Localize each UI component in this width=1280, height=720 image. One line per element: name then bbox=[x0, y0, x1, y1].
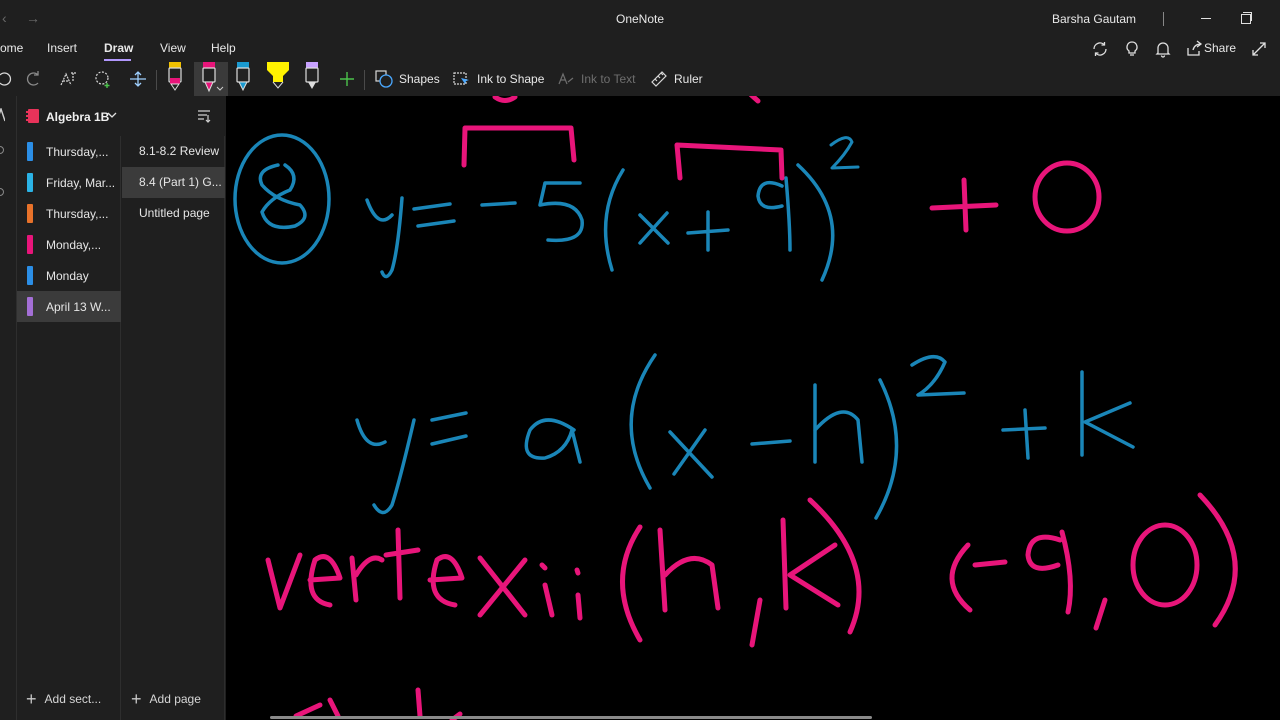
notebooks-icon[interactable] bbox=[0, 108, 5, 122]
add-space-icon[interactable] bbox=[93, 69, 113, 89]
title-separator bbox=[1163, 12, 1164, 26]
section-label: Monday bbox=[46, 269, 89, 283]
lightbulb-icon[interactable] bbox=[1123, 40, 1141, 58]
insert-space-icon[interactable] bbox=[128, 69, 148, 89]
section-item-selected[interactable]: April 13 W... bbox=[17, 291, 121, 322]
title-bar: ‹ → OneNote Barsha Gautam bbox=[0, 0, 1280, 36]
ink-stroke bbox=[293, 697, 341, 719]
page-item[interactable]: Untitled page bbox=[122, 198, 225, 229]
minimize-button[interactable] bbox=[1196, 8, 1216, 28]
section-item[interactable]: Thursday,... bbox=[17, 198, 121, 229]
toolbar-separator bbox=[364, 70, 365, 90]
pen-pink-icon[interactable] bbox=[200, 62, 226, 94]
highlighter-yellow-icon[interactable] bbox=[265, 62, 291, 92]
ink-to-text-label: Ink to Text bbox=[581, 72, 636, 86]
active-tab-indicator bbox=[104, 59, 131, 61]
page-label: 8.4 (Part 1) G... bbox=[139, 175, 222, 189]
plus-icon: + bbox=[26, 689, 37, 709]
sync-icon[interactable] bbox=[1091, 40, 1109, 58]
ink-to-shape-button[interactable]: Ink to Shape bbox=[453, 62, 544, 96]
shapes-label: Shapes bbox=[399, 72, 440, 86]
restore-button[interactable] bbox=[1236, 8, 1256, 28]
notebook-icon bbox=[26, 109, 39, 123]
section-color-tab bbox=[27, 235, 33, 254]
ink-vertex-line bbox=[265, 492, 1238, 648]
add-section-label: Add sect... bbox=[44, 692, 102, 706]
add-page-label: Add page bbox=[149, 692, 201, 706]
share-icon[interactable] bbox=[1185, 40, 1203, 58]
shapes-button[interactable]: Shapes bbox=[375, 62, 440, 96]
tab-home[interactable]: ome bbox=[0, 41, 23, 55]
redo-icon[interactable] bbox=[24, 70, 42, 88]
section-item[interactable]: Monday bbox=[17, 260, 121, 291]
highlighter-purple-icon[interactable] bbox=[303, 62, 321, 92]
recent-icon[interactable] bbox=[0, 188, 4, 196]
pen-black-icon[interactable] bbox=[166, 62, 184, 92]
user-name[interactable]: Barsha Gautam bbox=[1052, 12, 1136, 26]
ink-to-text-icon bbox=[558, 72, 574, 85]
tab-insert[interactable]: Insert bbox=[47, 41, 77, 55]
shapes-icon bbox=[375, 70, 393, 88]
navigation-strip bbox=[0, 96, 17, 720]
add-section-button[interactable]: + Add sect... bbox=[26, 689, 102, 709]
ruler-icon bbox=[651, 71, 667, 87]
add-pen-icon[interactable] bbox=[338, 70, 356, 88]
ruler-label: Ruler bbox=[674, 72, 703, 86]
tab-draw[interactable]: Draw bbox=[104, 41, 133, 55]
section-label: Friday, Mar... bbox=[46, 176, 116, 190]
section-color-tab bbox=[27, 142, 33, 161]
search-icon[interactable] bbox=[0, 146, 4, 154]
share-button[interactable]: Share bbox=[1204, 41, 1236, 55]
ink-stroke bbox=[492, 96, 518, 103]
ribbon-tabs: ome Insert Draw View Help bbox=[0, 36, 1280, 62]
plus-icon: + bbox=[131, 689, 142, 709]
sections-list: Thursday,... Friday, Mar... Thursday,...… bbox=[17, 136, 121, 720]
ink-equation-1 bbox=[365, 125, 1102, 282]
section-item[interactable]: Thursday,... bbox=[17, 136, 121, 167]
section-label: Monday,... bbox=[46, 238, 102, 252]
onenote-window: ‹ → OneNote Barsha Gautam ome Insert Dra… bbox=[0, 0, 1280, 720]
page-item-selected[interactable]: 8.4 (Part 1) G... bbox=[122, 167, 225, 198]
horizontal-scrollbar[interactable] bbox=[270, 716, 872, 719]
page-label: Untitled page bbox=[139, 206, 210, 220]
section-color-tab bbox=[27, 173, 33, 192]
ink-problem-number bbox=[233, 133, 331, 265]
sort-icon[interactable] bbox=[197, 109, 211, 123]
section-label: Thursday,... bbox=[46, 145, 109, 159]
section-item[interactable]: Friday, Mar... bbox=[17, 167, 121, 198]
tab-view[interactable]: View bbox=[160, 41, 186, 55]
ink-to-text-button[interactable]: Ink to Text bbox=[557, 62, 635, 96]
pages-list: 8.1-8.2 Review 8.4 (Part 1) G... Untitle… bbox=[122, 136, 225, 720]
page-item[interactable]: 8.1-8.2 Review bbox=[122, 136, 225, 167]
ink-to-shape-icon bbox=[453, 72, 469, 85]
draw-toolbar: Shapes Ink to Shape Ink to Text Ruler bbox=[0, 62, 1280, 96]
toolbar-separator bbox=[156, 70, 157, 90]
page-canvas[interactable] bbox=[226, 96, 1280, 720]
ruler-button[interactable]: Ruler bbox=[650, 62, 703, 96]
lasso-select-icon[interactable] bbox=[58, 69, 78, 89]
notebook-name[interactable]: Algebra 1B bbox=[46, 110, 109, 124]
add-page-button[interactable]: + Add page bbox=[131, 689, 201, 709]
section-item[interactable]: Monday,... bbox=[17, 229, 121, 260]
ink-stroke bbox=[748, 96, 761, 104]
section-color-tab bbox=[27, 204, 33, 223]
ink-to-shape-label: Ink to Shape bbox=[477, 72, 545, 86]
section-label: Thursday,... bbox=[46, 207, 109, 221]
bell-icon[interactable] bbox=[1154, 40, 1172, 58]
tab-help[interactable]: Help bbox=[211, 41, 236, 55]
pen-blue-icon[interactable] bbox=[234, 62, 252, 92]
ink-drawing[interactable] bbox=[226, 96, 1280, 720]
ink-equation-2 bbox=[355, 353, 1135, 520]
expand-icon[interactable] bbox=[1250, 40, 1268, 58]
page-label: 8.1-8.2 Review bbox=[139, 144, 220, 158]
undo-icon[interactable] bbox=[0, 70, 12, 88]
section-color-tab bbox=[27, 266, 33, 285]
section-color-tab bbox=[27, 297, 33, 316]
section-label: April 13 W... bbox=[46, 300, 111, 314]
